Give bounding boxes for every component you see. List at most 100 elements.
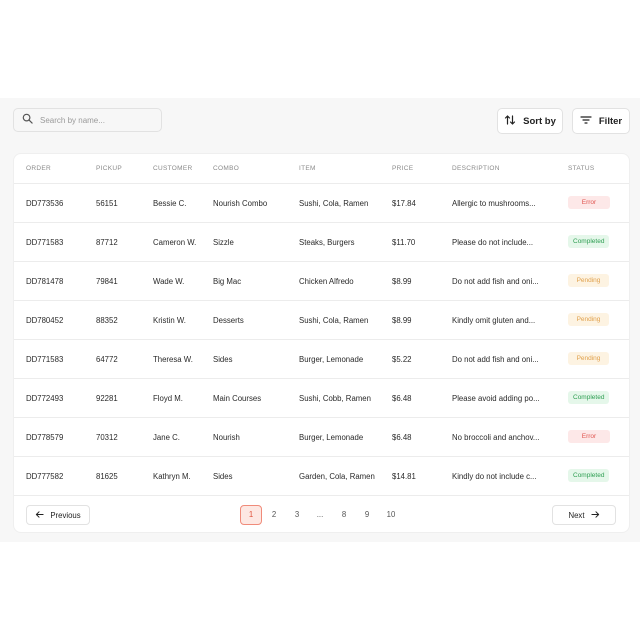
item-list: Burger, Lemonade	[299, 433, 364, 442]
description: Do not add fish and oni...	[452, 355, 539, 364]
customer-name: Jane C.	[153, 433, 180, 442]
next-button[interactable]: Next	[552, 505, 616, 525]
sort-button[interactable]: Sort by	[497, 108, 563, 134]
price: $6.48	[392, 394, 412, 403]
combo-name: Nourish	[213, 433, 240, 442]
status-badge: Pending	[568, 274, 609, 287]
price: $14.81	[392, 472, 416, 481]
filter-lines-icon	[580, 114, 599, 129]
pickup-code: 88352	[96, 316, 118, 325]
column-header-order: ORDER	[26, 165, 51, 172]
table-row[interactable]: DD771583 87712 Cameron W. Sizzle Steaks,…	[14, 223, 629, 262]
status-badge: Error	[568, 430, 610, 443]
item-list: Burger, Lemonade	[299, 355, 364, 364]
item-list: Sushi, Cola, Ramen	[299, 199, 369, 208]
table-row[interactable]: DD772493 92281 Floyd M. Main Courses Sus…	[14, 379, 629, 418]
order-id: DD781478	[26, 277, 64, 286]
item-list: Sushi, Cola, Ramen	[299, 316, 369, 325]
price: $11.70	[392, 238, 416, 247]
order-id: DD777582	[26, 472, 64, 481]
table-row[interactable]: DD773536 56151 Bessie C. Nourish Combo S…	[14, 184, 629, 223]
column-header-pickup: PICKUP	[96, 165, 123, 172]
status-badge: Error	[568, 196, 610, 209]
page-9-button[interactable]: 9	[356, 505, 378, 525]
column-header-status: STATUS	[568, 165, 595, 172]
search-input[interactable]	[40, 115, 150, 125]
description: Please do not include...	[452, 238, 534, 247]
status-badge: Pending	[568, 352, 609, 365]
column-header-description: DESCRIPTION	[452, 165, 500, 172]
page-3-button[interactable]: 3	[286, 505, 308, 525]
table-row[interactable]: DD781478 79841 Wade W. Big Mac Chicken A…	[14, 262, 629, 301]
page-ellipsis: ...	[316, 510, 324, 519]
page-8-button[interactable]: 8	[333, 505, 355, 525]
combo-name: Desserts	[213, 316, 244, 325]
price: $8.99	[392, 316, 412, 325]
pickup-code: 92281	[96, 394, 118, 403]
combo-name: Big Mac	[213, 277, 242, 286]
customer-name: Floyd M.	[153, 394, 183, 403]
arrow-right-icon	[585, 510, 600, 521]
description: Allergic to mushrooms...	[452, 199, 536, 208]
table-row[interactable]: DD778579 70312 Jane C. Nourish Burger, L…	[14, 418, 629, 457]
item-list: Garden, Cola, Ramen	[299, 472, 375, 481]
description: Please avoid adding po...	[452, 394, 540, 403]
order-id: DD773536	[26, 199, 64, 208]
description: Do not add fish and oni...	[452, 277, 539, 286]
table-header: ORDER PICKUP CUSTOMER COMBO ITEM PRICE D…	[14, 154, 629, 184]
combo-name: Nourish Combo	[213, 199, 268, 208]
pickup-code: 87712	[96, 238, 118, 247]
customer-name: Cameron W.	[153, 238, 197, 247]
column-header-customer: CUSTOMER	[153, 165, 193, 172]
pickup-code: 70312	[96, 433, 118, 442]
column-header-item: ITEM	[299, 165, 316, 172]
order-id: DD780452	[26, 316, 64, 325]
price: $17.84	[392, 199, 416, 208]
description: Kindly omit gluten and...	[452, 316, 536, 325]
search-box[interactable]	[13, 108, 162, 132]
filter-button-label: Filter	[598, 115, 623, 127]
table-row[interactable]: DD780452 88352 Kristin W. Desserts Sushi…	[14, 301, 629, 340]
sort-button-label: Sort by	[523, 115, 556, 127]
column-header-price: PRICE	[392, 165, 414, 172]
table-row[interactable]: DD777582 81625 Kathryn M. Sides Garden, …	[14, 457, 629, 496]
search-icon	[22, 111, 33, 129]
previous-button-label: Previous	[50, 510, 81, 520]
pickup-code: 56151	[96, 199, 118, 208]
pickup-code: 81625	[96, 472, 118, 481]
page-10-button[interactable]: 10	[380, 505, 402, 525]
item-list: Sushi, Cobb, Ramen	[299, 394, 371, 403]
customer-name: Wade W.	[153, 277, 185, 286]
sort-arrows-icon	[504, 114, 523, 129]
status-badge: Completed	[568, 391, 610, 404]
description: Kindly do not include c...	[452, 472, 537, 481]
customer-name: Kristin W.	[153, 316, 186, 325]
order-id: DD771583	[26, 355, 64, 364]
item-list: Chicken Alfredo	[299, 277, 354, 286]
status-badge: Completed	[568, 235, 610, 248]
status-badge: Completed	[568, 469, 610, 482]
combo-name: Main Courses	[213, 394, 262, 403]
price: $5.22	[392, 355, 412, 364]
price: $8.99	[392, 277, 412, 286]
filter-button[interactable]: Filter	[572, 108, 630, 134]
next-button-label: Next	[568, 510, 585, 520]
table-row[interactable]: DD771583 64772 Theresa W. Sides Burger, …	[14, 340, 629, 379]
arrow-left-icon	[35, 510, 50, 521]
pickup-code: 64772	[96, 355, 118, 364]
page-2-button[interactable]: 2	[263, 505, 285, 525]
order-id: DD771583	[26, 238, 64, 247]
combo-name: Sides	[213, 355, 233, 364]
customer-name: Theresa W.	[153, 355, 193, 364]
item-list: Steaks, Burgers	[299, 238, 355, 247]
combo-name: Sides	[213, 472, 233, 481]
page-1-button[interactable]: 1	[240, 505, 262, 525]
price: $6.48	[392, 433, 412, 442]
description: No broccoli and anchov...	[452, 433, 540, 442]
previous-button[interactable]: Previous	[26, 505, 90, 525]
customer-name: Kathryn M.	[153, 472, 191, 481]
orders-table: ORDER PICKUP CUSTOMER COMBO ITEM PRICE D…	[13, 153, 630, 533]
orders-panel: Sort by Filter ORDER PICKUP CUSTOMER COM…	[0, 98, 640, 542]
status-badge: Pending	[568, 313, 609, 326]
order-id: DD772493	[26, 394, 64, 403]
